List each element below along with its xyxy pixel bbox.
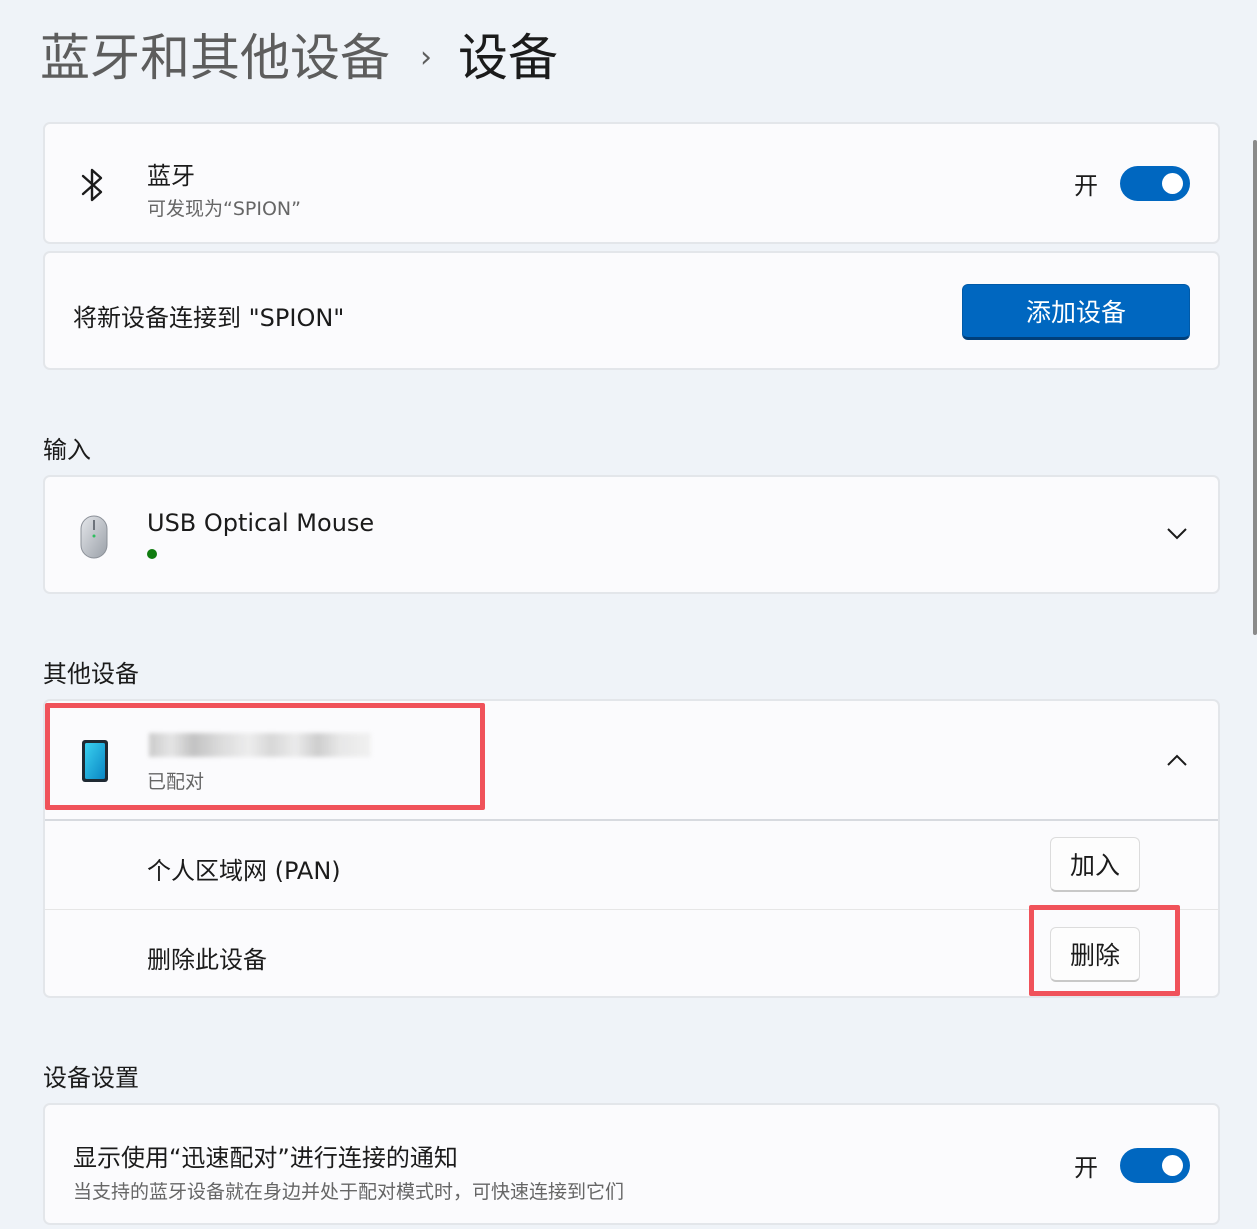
paired-phone-header[interactable]: 已配对 bbox=[45, 701, 1218, 819]
swift-pair-toggle[interactable] bbox=[1120, 1148, 1190, 1183]
pan-row: 个人区域网 (PAN) 加入 bbox=[45, 821, 1218, 909]
bluetooth-icon bbox=[79, 165, 107, 209]
redacted-device-name bbox=[149, 733, 371, 757]
join-pan-button[interactable]: 加入 bbox=[1050, 837, 1140, 892]
mouse-icon bbox=[79, 514, 109, 564]
phone-icon bbox=[81, 739, 109, 787]
bluetooth-subtitle: 可发现为“SPION” bbox=[147, 198, 301, 220]
page-title: 设备 bbox=[458, 29, 558, 87]
usb-mouse-name: USB Optical Mouse bbox=[147, 509, 375, 537]
toggle-knob bbox=[1162, 173, 1183, 194]
add-device-label: 将新设备连接到 "SPION" bbox=[73, 304, 345, 332]
bluetooth-title: 蓝牙 bbox=[147, 162, 195, 190]
swift-pair-title: 显示使用“迅速配对”进行连接的通知 bbox=[73, 1144, 458, 1172]
input-section-header: 输入 bbox=[43, 436, 91, 464]
breadcrumb: 蓝牙和其他设备 › 设备 bbox=[40, 26, 558, 90]
bluetooth-toggle[interactable] bbox=[1120, 166, 1190, 201]
add-device-button[interactable]: 添加设备 bbox=[962, 284, 1190, 340]
pan-label: 个人区域网 (PAN) bbox=[147, 857, 341, 885]
swift-pair-toggle-label: 开 bbox=[1074, 1154, 1098, 1182]
add-device-card: 将新设备连接到 "SPION" 添加设备 bbox=[43, 251, 1220, 370]
paired-phone-status: 已配对 bbox=[147, 771, 205, 793]
remove-device-button[interactable]: 删除 bbox=[1050, 927, 1140, 982]
swift-pair-card: 显示使用“迅速配对”进行连接的通知 当支持的蓝牙设备就在身边并处于配对模式时，可… bbox=[43, 1103, 1220, 1225]
remove-device-label: 删除此设备 bbox=[147, 946, 267, 974]
paired-phone-card: 已配对 个人区域网 (PAN) 加入 删除此设备 删除 bbox=[43, 699, 1220, 998]
toggle-knob bbox=[1162, 1155, 1183, 1176]
remove-device-row: 删除此设备 删除 bbox=[45, 910, 1218, 998]
swift-pair-subtitle: 当支持的蓝牙设备就在身边并处于配对模式时，可快速连接到它们 bbox=[73, 1181, 625, 1203]
bluetooth-card: 蓝牙 可发现为“SPION” 开 bbox=[43, 122, 1220, 244]
chevron-down-icon[interactable] bbox=[1166, 525, 1188, 544]
scrollbar[interactable] bbox=[1253, 140, 1257, 635]
other-devices-section-header: 其他设备 bbox=[43, 660, 139, 688]
usb-mouse-card[interactable]: USB Optical Mouse bbox=[43, 475, 1220, 594]
bluetooth-toggle-label: 开 bbox=[1074, 172, 1098, 200]
device-settings-section-header: 设备设置 bbox=[43, 1064, 139, 1092]
breadcrumb-separator: › bbox=[420, 40, 432, 75]
breadcrumb-parent-link[interactable]: 蓝牙和其他设备 bbox=[40, 26, 390, 90]
connection-status-dot bbox=[147, 549, 157, 559]
chevron-up-icon[interactable] bbox=[1166, 753, 1188, 772]
